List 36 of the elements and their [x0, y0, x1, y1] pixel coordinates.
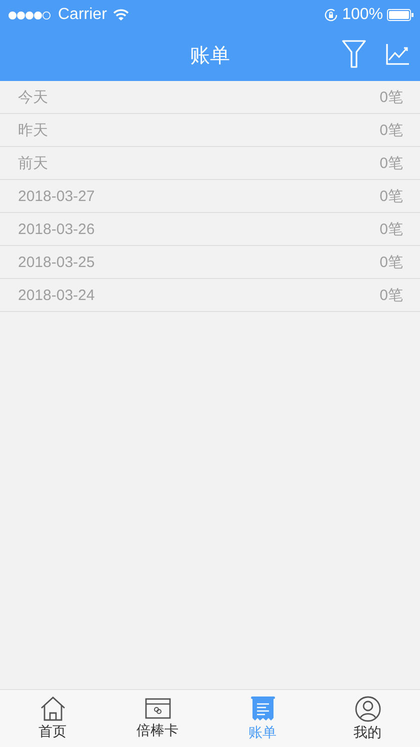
row-count: 0笔 — [380, 154, 403, 172]
battery-icon — [387, 9, 414, 21]
bill-row[interactable]: 2018-03-27 0笔 — [0, 180, 420, 213]
tab-item[interactable]: 首页 — [0, 690, 105, 747]
bill-row[interactable]: 2018-03-26 0笔 — [0, 213, 420, 246]
row-date: 2018-03-27 — [18, 188, 95, 204]
bill-row[interactable]: 前天 0笔 — [0, 147, 420, 180]
card-icon — [144, 698, 170, 720]
user-icon — [354, 696, 380, 722]
bill-row[interactable]: 2018-03-24 0笔 — [0, 279, 420, 312]
tab-item[interactable]: 倍棒卡 — [105, 690, 210, 747]
row-date: 2018-03-26 — [18, 220, 95, 238]
house-icon — [40, 696, 66, 721]
page-title: 账单 — [190, 44, 230, 68]
row-date: 2018-03-25 — [18, 254, 95, 270]
row-count: 0笔 — [380, 186, 403, 206]
carrier-name: Carrier — [58, 6, 107, 24]
bill-row[interactable]: 今天 0笔 — [0, 81, 420, 114]
row-count: 0笔 — [380, 220, 403, 238]
row-date: 今天 — [18, 88, 48, 106]
tab-item[interactable]: 我的 — [315, 690, 420, 747]
tab-item[interactable]: 账单 — [210, 690, 315, 747]
receipt-icon — [250, 696, 276, 722]
battery-percentage: 100% — [342, 6, 383, 24]
row-count: 0笔 — [380, 286, 403, 304]
row-count: 0笔 — [380, 252, 403, 272]
signal-icon — [8, 10, 52, 20]
row-count: 0笔 — [380, 120, 403, 140]
row-count: 0笔 — [380, 88, 403, 106]
wifi-icon — [112, 9, 129, 21]
row-date: 前天 — [18, 154, 48, 172]
bill-row[interactable]: 昨天 0笔 — [0, 114, 420, 147]
row-date: 2018-03-24 — [18, 286, 95, 304]
rotation-lock-icon — [324, 8, 338, 22]
row-date: 昨天 — [18, 120, 48, 140]
bill-row[interactable]: 2018-03-25 0笔 — [0, 246, 420, 279]
